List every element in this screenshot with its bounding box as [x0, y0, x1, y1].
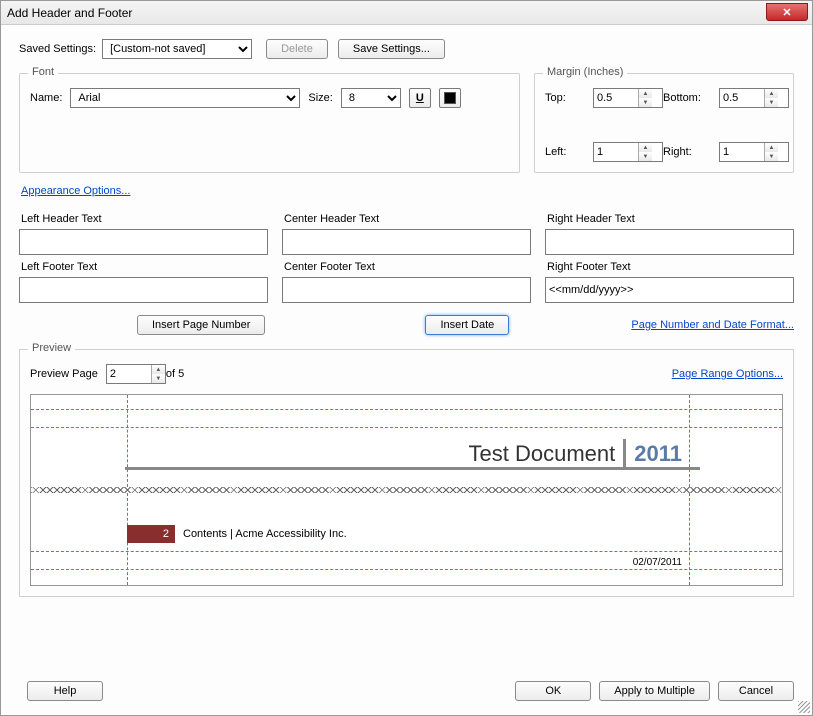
font-name-label: Name:	[30, 92, 62, 104]
center-header-label: Center Header Text	[284, 213, 531, 225]
close-icon: ✕	[782, 6, 791, 19]
center-footer-input[interactable]	[282, 277, 531, 303]
right-footer-input[interactable]	[545, 277, 794, 303]
save-settings-button[interactable]: Save Settings...	[338, 39, 445, 59]
center-footer-label: Center Footer Text	[284, 261, 531, 273]
underline-icon: U	[416, 92, 424, 104]
spinner-down-icon[interactable]: ▼	[765, 152, 778, 161]
spinner-up-icon[interactable]: ▲	[639, 143, 652, 152]
spinner-up-icon[interactable]: ▲	[765, 89, 778, 98]
spinner-down-icon[interactable]: ▼	[639, 152, 652, 161]
spinner-up-icon[interactable]: ▲	[152, 365, 165, 374]
margin-group: Margin (Inches) Top: ▲▼ Bottom: ▲▼ Left:…	[534, 73, 794, 173]
saved-settings-select[interactable]: [Custom-not saved]	[102, 39, 252, 59]
insert-date-button[interactable]: Insert Date	[425, 315, 509, 335]
ok-button[interactable]: OK	[515, 681, 591, 701]
font-size-select[interactable]: 8	[341, 88, 401, 108]
margin-top-label: Top:	[545, 92, 593, 104]
preview-contents-text: Contents | Acme Accessibility Inc.	[183, 528, 347, 540]
preview-doc-title: Test Document 2011	[469, 439, 682, 469]
page-number-date-format-link[interactable]: Page Number and Date Format...	[631, 319, 794, 331]
margin-legend: Margin (Inches)	[543, 66, 627, 78]
preview-page-total: of 5	[166, 368, 184, 380]
left-footer-input[interactable]	[19, 277, 268, 303]
apply-to-multiple-button[interactable]: Apply to Multiple	[599, 681, 710, 701]
preview-page-bottom: 2 Contents | Acme Accessibility Inc. 02/…	[31, 493, 782, 585]
title-divider-icon	[623, 439, 626, 469]
spinner-up-icon[interactable]: ▲	[765, 143, 778, 152]
titlebar: Add Header and Footer ✕	[1, 1, 812, 25]
spinner-down-icon[interactable]: ▼	[152, 374, 165, 383]
margin-bottom-label: Bottom:	[663, 92, 719, 104]
saved-settings-row: Saved Settings: [Custom-not saved] Delet…	[19, 39, 794, 59]
margin-bottom-input[interactable]: ▲▼	[719, 88, 789, 108]
dialog-window: Add Header and Footer ✕ Saved Settings: …	[0, 0, 813, 716]
font-group: Font Name: Arial Size: 8 U	[19, 73, 520, 173]
insert-row: Insert Page Number Insert Date Page Numb…	[19, 315, 794, 335]
window-close-button[interactable]: ✕	[766, 3, 808, 21]
left-header-input[interactable]	[19, 229, 268, 255]
right-header-label: Right Header Text	[547, 213, 794, 225]
left-footer-label: Left Footer Text	[21, 261, 268, 273]
window-title: Add Header and Footer	[7, 6, 132, 20]
preview-doc-title-text: Test Document	[469, 441, 616, 467]
preview-page-number: 2	[127, 525, 175, 543]
center-header-input[interactable]	[282, 229, 531, 255]
font-margin-row: Font Name: Arial Size: 8 U Margin (Inche…	[19, 73, 794, 173]
preview-legend: Preview	[28, 342, 75, 354]
color-swatch-icon	[444, 92, 456, 104]
spinner-down-icon[interactable]: ▼	[639, 98, 652, 107]
preview-doc-year: 2011	[634, 441, 682, 467]
spinner-down-icon[interactable]: ▼	[765, 98, 778, 107]
font-color-button[interactable]	[439, 88, 461, 108]
left-header-label: Left Header Text	[21, 213, 268, 225]
right-footer-label: Right Footer Text	[547, 261, 794, 273]
preview-date-stamp: 02/07/2011	[633, 557, 682, 568]
preview-page-top: Test Document 2011	[31, 395, 782, 487]
preview-group: Preview Preview Page ▲▼ of 5 Page Range …	[19, 349, 794, 597]
preview-page-label: Preview Page	[30, 368, 98, 380]
right-header-input[interactable]	[545, 229, 794, 255]
preview-pages: Test Document 2011 2 Contents | Acme Acc…	[30, 394, 783, 586]
dialog-content: Saved Settings: [Custom-not saved] Delet…	[1, 25, 812, 605]
help-button[interactable]: Help	[27, 681, 103, 701]
dialog-button-bar: Help OK Apply to Multiple Cancel	[1, 671, 812, 715]
header-footer-grid: Left Header Text Left Footer Text Center…	[19, 207, 794, 303]
preview-page-input[interactable]: ▲▼	[106, 364, 166, 384]
spinner-up-icon[interactable]: ▲	[639, 89, 652, 98]
cancel-button[interactable]: Cancel	[718, 681, 794, 701]
preview-contents-block: 2 Contents | Acme Accessibility Inc.	[127, 525, 347, 543]
margin-top-input[interactable]: ▲▼	[593, 88, 663, 108]
page-range-options-link[interactable]: Page Range Options...	[672, 368, 783, 380]
font-legend: Font	[28, 66, 58, 78]
margin-left-label: Left:	[545, 146, 593, 158]
saved-settings-label: Saved Settings:	[19, 43, 96, 55]
insert-page-number-button[interactable]: Insert Page Number	[137, 315, 265, 335]
font-name-select[interactable]: Arial	[70, 88, 300, 108]
resize-grip-icon[interactable]	[798, 701, 810, 713]
delete-button[interactable]: Delete	[266, 39, 328, 59]
margin-right-input[interactable]: ▲▼	[719, 142, 789, 162]
appearance-options-link[interactable]: Appearance Options...	[21, 185, 130, 197]
title-underline	[125, 467, 700, 470]
margin-left-input[interactable]: ▲▼	[593, 142, 663, 162]
margin-right-label: Right:	[663, 146, 719, 158]
underline-button[interactable]: U	[409, 88, 431, 108]
font-size-label: Size:	[308, 92, 332, 104]
